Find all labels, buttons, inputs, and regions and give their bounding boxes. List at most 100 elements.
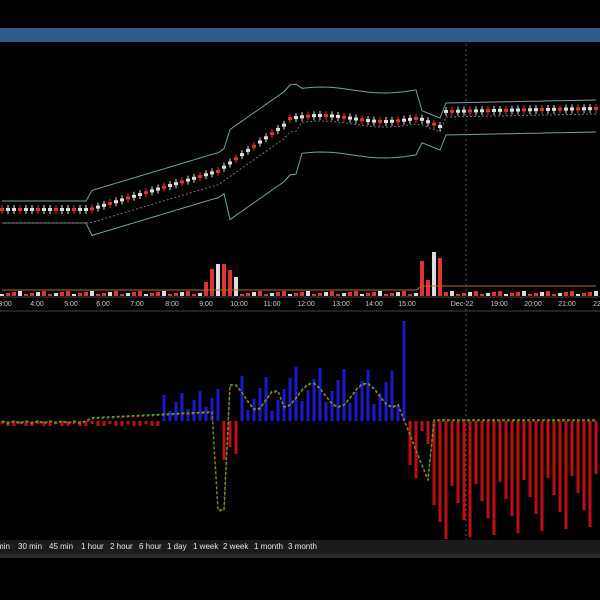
timeframe-button[interactable]: 1 day (167, 540, 187, 554)
candle-body (546, 107, 550, 111)
volume-bar (162, 291, 166, 296)
histogram-bar (414, 421, 418, 478)
histogram-bar (444, 421, 448, 539)
timeframe-button[interactable]: 2 week (223, 540, 248, 554)
candle-body (66, 208, 70, 211)
histogram-bar (378, 393, 382, 421)
timeframe-bar: min 30 min 45 min 1 hour 2 hour 6 hour 1 day 1 … (0, 540, 600, 554)
x-tick-label: 10:00 (230, 301, 248, 308)
volume-bar (24, 294, 28, 296)
histogram-bar (192, 400, 196, 421)
volume-bar (468, 292, 472, 296)
volume-bar (210, 269, 214, 296)
timeframe-button[interactable]: 1 week (193, 540, 218, 554)
histogram-bar (540, 421, 544, 531)
volume-bar (396, 292, 400, 296)
timeframe-button[interactable]: 1 hour (81, 540, 104, 554)
candle-body (324, 114, 328, 118)
histogram-bar (492, 421, 496, 535)
histogram-bar (462, 421, 466, 520)
volume-bar (270, 293, 274, 296)
histogram-bar (240, 376, 244, 421)
candle-body (36, 208, 40, 211)
candle-body (522, 108, 526, 112)
candle-body (54, 208, 58, 211)
volume-bar (306, 291, 310, 296)
candle-body (516, 108, 520, 112)
histogram-bar (372, 404, 376, 421)
volume-bar (48, 294, 52, 296)
volume-bar (426, 280, 430, 296)
candle-body (528, 108, 532, 112)
x-tick-label: 14:00 (365, 301, 383, 308)
volume-bar (570, 291, 574, 296)
timeframe-button[interactable]: 3 month (288, 540, 317, 554)
price-chart[interactable]: 3:00 4:00 5:00 6:00 7:00 8:00 9:00 10:00 11:00 12… (0, 0, 600, 540)
volume-bar (420, 261, 424, 296)
candle-body (540, 108, 544, 112)
histogram-bar (102, 421, 106, 426)
volume-bar (480, 294, 484, 296)
histogram-bar (318, 368, 322, 421)
timeframe-button[interactable]: 45 min (49, 540, 73, 554)
candle-body (276, 127, 280, 131)
histogram-bar (144, 421, 148, 424)
x-tick-label: 12:00 (297, 301, 315, 308)
histogram-bar (456, 421, 460, 503)
histogram-bar (246, 410, 250, 421)
volume-bar (552, 294, 556, 296)
volume-bar (300, 292, 304, 296)
x-tick-label: 9:00 (199, 301, 213, 308)
volume-bar (66, 291, 70, 296)
histogram-bar (486, 421, 490, 518)
candle-body (378, 119, 382, 123)
candle-body (456, 109, 460, 113)
candle-body (102, 203, 106, 207)
histogram-bar (324, 402, 328, 421)
timeframe-button[interactable]: 30 min (18, 540, 42, 554)
volume-bar (180, 292, 184, 296)
volume-bar (498, 291, 502, 296)
timeframe-button[interactable]: min (0, 540, 10, 554)
volume-bar (198, 293, 202, 296)
histogram-bar (396, 405, 400, 421)
histogram-bar (186, 409, 190, 421)
volume-bar (222, 264, 226, 296)
candle-body (120, 198, 124, 202)
volume-bar (492, 292, 496, 296)
volume-bar (90, 291, 94, 296)
volume-bar (576, 294, 580, 296)
volume-bar (234, 277, 238, 296)
volume-bar (474, 291, 478, 296)
histogram-bar (306, 390, 310, 421)
candle-body (210, 171, 214, 175)
candle-body (156, 187, 160, 191)
candle-body (96, 205, 100, 209)
candle-body (240, 153, 244, 157)
candle-body (342, 115, 346, 119)
timeframe-button[interactable]: 1 month (254, 540, 283, 554)
histogram-bar (558, 421, 562, 512)
volume-bar (276, 292, 280, 296)
histogram-bar (126, 421, 130, 424)
timeframe-button[interactable]: 2 hour (110, 540, 133, 554)
candle-body (186, 178, 190, 182)
volume-bar (282, 291, 286, 296)
candle-body (354, 117, 358, 121)
volume-bar (564, 292, 568, 296)
candle-body (30, 208, 34, 211)
volume-bar (36, 292, 40, 296)
volume-bar (486, 293, 490, 296)
candle-body (372, 119, 376, 123)
timeframe-button[interactable]: 6 hour (139, 540, 162, 554)
histogram-bar (264, 377, 268, 421)
volume-bar (462, 293, 466, 296)
candle-body (552, 107, 556, 111)
candle-body (462, 109, 466, 113)
candle-body (330, 114, 334, 118)
candle-body (84, 208, 88, 211)
volume-bar (132, 292, 136, 296)
x-tick-label: 19:00 (490, 301, 508, 308)
volume-bar (78, 293, 82, 296)
x-tick-label: 11:00 (264, 301, 281, 308)
